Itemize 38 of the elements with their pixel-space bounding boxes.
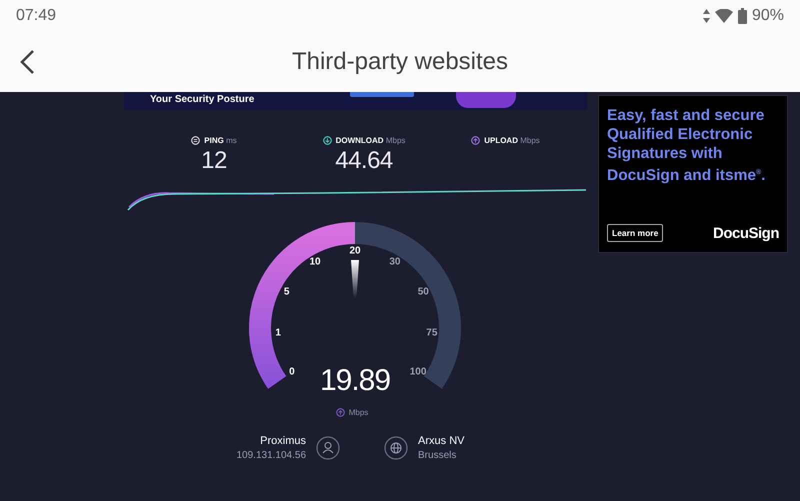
page-title: Third-party websites (290, 48, 510, 76)
speed-unit: Mbps (348, 408, 368, 417)
metric-value: 12 (201, 147, 227, 175)
upload-icon (336, 408, 345, 417)
gauge-needle (351, 260, 359, 298)
ad-headline: Easy, fast and secure Qualified Electronic Signatures with DocuSign and itsme$^{®}$. (607, 106, 766, 186)
metric-label: UPLOAD Mbps (484, 136, 540, 145)
gauge-tick-label: 5 (284, 286, 290, 298)
ip-address: 109.131.104.56 (236, 450, 306, 461)
banner-text: Your Security Posture (150, 94, 254, 106)
brand-logo: DocuSign (713, 224, 779, 242)
upload-icon (471, 136, 480, 145)
gauge-tick-label: 50 (418, 286, 429, 298)
gauge-tick-label: 0 (289, 366, 295, 378)
gauge-tick-label: 30 (389, 256, 400, 268)
metric-label: DOWNLOAD Mbps (336, 136, 406, 145)
gauge-tick-label: 20 (349, 246, 361, 256)
speed-value: 19.89 (320, 364, 390, 398)
battery-icon (738, 8, 747, 24)
globe-icon (384, 436, 408, 460)
download-icon (322, 136, 332, 145)
gauge-tick-label: 100 (410, 366, 426, 378)
wifi-icon (714, 9, 733, 23)
metric-value: 44.64 (335, 147, 393, 175)
learn-more-button[interactable]: Learn more (607, 224, 664, 242)
ping-icon (191, 136, 200, 145)
person-icon (316, 436, 340, 460)
gauge-tick-label: 1 (275, 328, 281, 339)
status-time: 07:49 (16, 7, 56, 25)
banner-graphic (456, 92, 516, 108)
metric-label: PING ms (204, 136, 237, 145)
gauge-tick-label: 75 (426, 328, 438, 339)
host-name: Arxus NV (418, 435, 464, 447)
gauge-tick-label: 10 (309, 256, 321, 268)
server-location: Brussels (418, 450, 458, 461)
provider-name: Proximus (260, 435, 306, 447)
battery-level: 90% (752, 7, 784, 25)
data-arrows-icon (702, 9, 710, 23)
